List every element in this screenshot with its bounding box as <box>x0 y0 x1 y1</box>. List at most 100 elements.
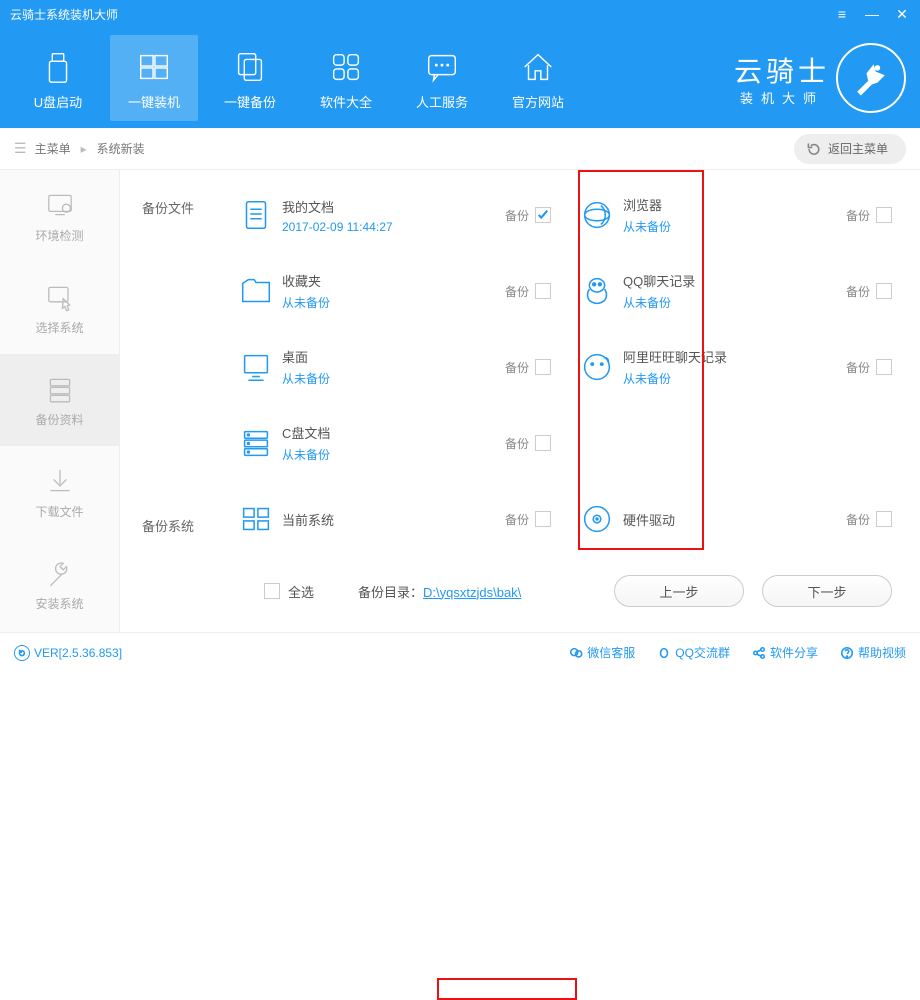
backup-item: 阿里旺旺聊天记录从未备份备份 <box>571 340 892 394</box>
backup-checkbox[interactable]: 备份 <box>505 359 551 376</box>
help-icon <box>840 646 854 660</box>
item-name: 当前系统 <box>282 510 505 529</box>
wechat-icon <box>569 646 583 660</box>
backup-item: QQ聊天记录从未备份备份 <box>571 264 892 318</box>
item-status: 从未备份 <box>282 446 505 463</box>
list-icon: ☰ <box>14 140 27 157</box>
item-icon <box>230 424 282 462</box>
item-name: 硬件驱动 <box>623 510 846 529</box>
backup-item: 我的文档 2017-02-09 11:44:27备份 <box>230 188 551 242</box>
header: U盘启动 一键装机 一键备份 软件大全 人工服务 官方网站 云骑士 装机大师 <box>0 28 920 128</box>
item-icon <box>230 500 282 538</box>
item-icon <box>571 272 623 310</box>
highlight-box <box>437 978 577 1000</box>
copy-icon <box>231 46 269 88</box>
item-icon <box>230 348 282 386</box>
minimize-icon[interactable]: — <box>864 6 880 23</box>
side-install[interactable]: 安装系统 <box>0 538 119 630</box>
crumb-root[interactable]: 主菜单 <box>35 140 71 157</box>
refresh-icon <box>14 645 30 661</box>
item-status: 从未备份 <box>623 218 846 235</box>
backup-checkbox[interactable]: 备份 <box>505 511 551 528</box>
backup-checkbox[interactable]: 备份 <box>846 283 892 300</box>
side-backup-data[interactable]: 备份资料 <box>0 354 119 446</box>
share-icon <box>752 646 766 660</box>
backup-item: 浏览器从未备份备份 <box>571 188 892 242</box>
menu-icon[interactable]: ≡ <box>834 6 850 23</box>
item-icon <box>230 196 282 234</box>
select-all[interactable]: 全选 <box>264 582 314 601</box>
nav-one-click-install[interactable]: 一键装机 <box>110 35 198 121</box>
backup-dir-link[interactable]: D:\yqsxtzjds\bak\ <box>423 585 521 600</box>
knight-logo-icon <box>836 43 906 113</box>
item-icon <box>571 500 623 538</box>
footer-qq[interactable]: QQ交流群 <box>657 644 730 661</box>
item-status: 从未备份 <box>623 370 846 387</box>
apps-icon <box>327 46 365 88</box>
download-icon <box>44 465 76 497</box>
item-name: 我的文档 <box>282 197 505 216</box>
checkbox-icon[interactable] <box>264 583 280 599</box>
back-arrow-icon <box>806 141 822 157</box>
nav-one-click-backup[interactable]: 一键备份 <box>206 35 294 121</box>
item-icon <box>230 272 282 310</box>
server-icon <box>44 373 76 405</box>
backup-item: 硬件驱动备份 <box>571 492 892 546</box>
nav-support[interactable]: 人工服务 <box>398 35 486 121</box>
windows-icon <box>135 46 173 88</box>
item-status: 2017-02-09 11:44:27 <box>282 220 505 234</box>
backup-item: 收藏夹从未备份备份 <box>230 264 551 318</box>
footer: VER[2.5.36.853] 微信客服 QQ交流群 软件分享 帮助视频 <box>0 632 920 672</box>
nav-website[interactable]: 官方网站 <box>494 35 582 121</box>
next-button[interactable]: 下一步 <box>762 575 892 607</box>
backup-item: 桌面从未备份备份 <box>230 340 551 394</box>
nav-software[interactable]: 软件大全 <box>302 35 390 121</box>
main-panel: 备份文件 备份系统 我的文档2017-02-09 11:44:27备份浏览器从未… <box>120 170 920 632</box>
nav-usb-boot[interactable]: U盘启动 <box>14 35 102 121</box>
footer-wechat[interactable]: 微信客服 <box>569 644 635 661</box>
item-status: 从未备份 <box>282 294 505 311</box>
cursor-icon <box>44 281 76 313</box>
item-status: 从未备份 <box>282 370 505 387</box>
footer-help[interactable]: 帮助视频 <box>840 644 906 661</box>
item-name: C盘文档 <box>282 423 505 442</box>
item-name: 阿里旺旺聊天记录 <box>623 347 846 366</box>
item-name: QQ聊天记录 <box>623 271 846 290</box>
item-status: 从未备份 <box>623 294 846 311</box>
chat-icon <box>423 46 461 88</box>
side-download[interactable]: 下载文件 <box>0 446 119 538</box>
section-backup-files: 备份文件 <box>142 198 194 217</box>
monitor-gear-icon <box>44 189 76 221</box>
side-select-system[interactable]: 选择系统 <box>0 262 119 354</box>
usb-icon <box>39 46 77 88</box>
version[interactable]: VER[2.5.36.853] <box>14 645 122 661</box>
backup-item: 当前系统备份 <box>230 492 551 546</box>
backup-checkbox[interactable]: 备份 <box>505 283 551 300</box>
wrench-icon <box>44 557 76 589</box>
backup-checkbox[interactable]: 备份 <box>505 435 551 452</box>
prev-button[interactable]: 上一步 <box>614 575 744 607</box>
item-name: 收藏夹 <box>282 271 505 290</box>
item-icon <box>571 348 623 386</box>
crumb-current: 系统新装 <box>97 140 145 157</box>
footer-share[interactable]: 软件分享 <box>752 644 818 661</box>
backup-checkbox[interactable]: 备份 <box>846 207 892 224</box>
section-backup-system: 备份系统 <box>142 516 194 535</box>
side-env-check[interactable]: 环境检测 <box>0 170 119 262</box>
app-title: 云骑士系统装机大师 <box>10 6 118 23</box>
breadcrumb: ☰ 主菜单 ▸ 系统新装 返回主菜单 <box>0 128 920 170</box>
close-icon[interactable]: ✕ <box>894 6 910 23</box>
dir-label: 备份目录： <box>358 585 423 600</box>
backup-checkbox[interactable]: 备份 <box>846 511 892 528</box>
item-name: 浏览器 <box>623 195 846 214</box>
sidebar: 环境检测 选择系统 备份资料 下载文件 安装系统 <box>0 170 120 632</box>
backup-checkbox[interactable]: 备份 <box>505 207 551 224</box>
item-name: 桌面 <box>282 347 505 366</box>
backup-item: C盘文档从未备份备份 <box>230 416 551 470</box>
home-icon <box>519 46 557 88</box>
backup-checkbox[interactable]: 备份 <box>846 359 892 376</box>
item-icon <box>571 196 623 234</box>
qq-icon <box>657 646 671 660</box>
brand: 云骑士 装机大师 <box>734 43 906 113</box>
back-button[interactable]: 返回主菜单 <box>794 134 906 164</box>
